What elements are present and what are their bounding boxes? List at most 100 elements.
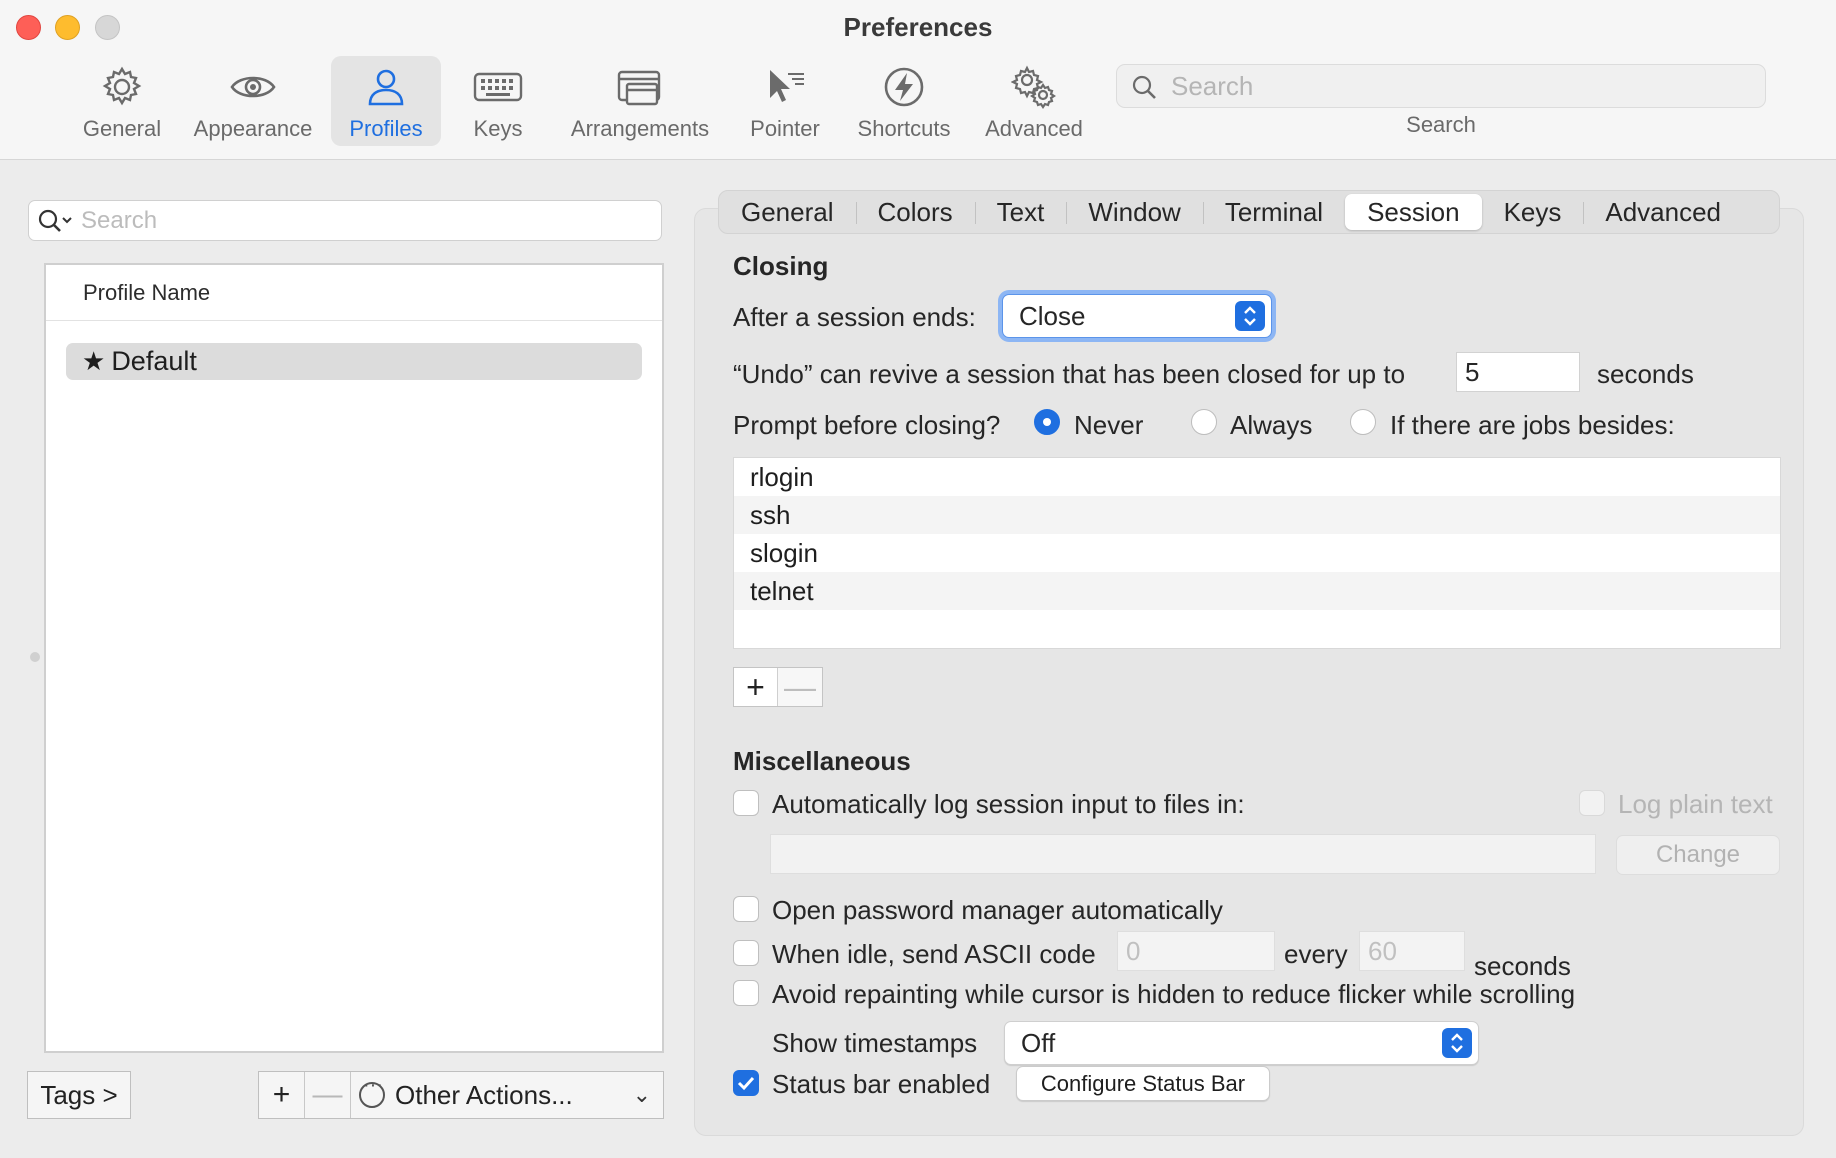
toolbar-label: Pointer — [750, 116, 820, 141]
configure-status-bar-button[interactable]: Configure Status Bar — [1016, 1066, 1270, 1101]
toolbar-search-field[interactable] — [1116, 64, 1766, 108]
toolbar-label: General — [82, 116, 162, 141]
window-title: Preferences — [843, 12, 993, 42]
auto-log-checkbox[interactable] — [733, 790, 759, 816]
toolbar-general[interactable]: General — [72, 56, 172, 146]
splitter-handle[interactable] — [30, 652, 40, 662]
remove-job-button[interactable]: — — [778, 668, 822, 706]
toolbar-profiles[interactable]: Profiles — [331, 56, 441, 146]
status-bar-checkbox[interactable] — [733, 1070, 759, 1096]
gears-icon — [1011, 65, 1056, 109]
toolbar-shortcuts[interactable]: Shortcuts — [848, 56, 960, 146]
password-manager-checkbox[interactable] — [733, 896, 759, 922]
log-directory-field[interactable] — [770, 834, 1596, 874]
after-session-popup[interactable]: Close — [1002, 294, 1272, 338]
profile-row-default[interactable]: ★ Default — [66, 343, 642, 380]
profile-actions-group: + — Other Actions... ⌄ — [258, 1071, 664, 1119]
checkmark-icon — [737, 1076, 755, 1091]
toolbar-pointer[interactable]: Pointer — [740, 56, 830, 146]
toolbar-keys[interactable]: Keys — [458, 56, 538, 146]
idle-code-field[interactable]: 0 — [1117, 931, 1275, 971]
toolbar-advanced[interactable]: Advanced — [976, 56, 1092, 146]
toolbar: Preferences General Appearance Profiles … — [0, 0, 1836, 160]
up-down-arrows-icon — [1235, 301, 1265, 331]
preferences-window: Preferences General Appearance Profiles … — [0, 0, 1836, 1158]
toolbar-appearance[interactable]: Appearance — [186, 56, 320, 146]
person-icon — [368, 69, 404, 106]
misc-section-title: Miscellaneous — [733, 746, 911, 776]
list-item[interactable]: ssh — [734, 496, 1780, 534]
profile-search-field[interactable] — [28, 200, 662, 241]
search-icon — [1132, 75, 1156, 99]
chevron-down-icon: ⌄ — [632, 1082, 651, 1107]
closing-section-title: Closing — [733, 251, 829, 281]
toolbar-label: Profiles — [349, 116, 423, 141]
timestamps-value: Off — [1021, 1028, 1056, 1058]
tab-general[interactable]: General — [719, 194, 856, 230]
add-job-button[interactable]: + — [734, 668, 779, 706]
undo-unit-label: seconds — [1597, 359, 1694, 389]
auto-log-label: Automatically log session input to files… — [772, 789, 1245, 819]
list-item[interactable]: slogin — [734, 534, 1780, 572]
toolbar-label: Appearance — [193, 116, 313, 141]
timestamps-popup[interactable]: Off — [1004, 1021, 1479, 1065]
profile-list: Profile Name ★ Default — [44, 263, 664, 1053]
tab-session[interactable]: Session — [1345, 194, 1482, 230]
log-plain-text-checkbox[interactable] — [1579, 790, 1605, 816]
idle-ascii-checkbox[interactable] — [733, 940, 759, 966]
tags-button[interactable]: Tags > — [27, 1071, 131, 1119]
list-item[interactable]: telnet — [734, 572, 1780, 610]
tab-keys[interactable]: Keys — [1482, 194, 1584, 230]
star-icon: ★ — [82, 346, 106, 376]
ellipsis-circle-icon — [359, 1074, 385, 1108]
gear-icon — [102, 66, 142, 106]
tab-terminal[interactable]: Terminal — [1202, 194, 1345, 230]
undo-seconds-field[interactable]: 5 — [1456, 352, 1580, 392]
idle-seconds-field[interactable]: 60 — [1359, 931, 1465, 971]
tab-colors[interactable]: Colors — [855, 194, 975, 230]
after-session-label: After a session ends: — [733, 302, 976, 332]
bolt-icon — [884, 67, 924, 107]
toolbar-label: Arrangements — [570, 116, 710, 141]
undo-label: “Undo” can revive a session that has bee… — [733, 359, 1406, 389]
profile-search-input[interactable] — [81, 205, 651, 237]
list-item[interactable]: rlogin — [734, 458, 1780, 496]
prompt-always-label: Always — [1230, 410, 1313, 440]
avoid-repaint-checkbox[interactable] — [733, 980, 759, 1006]
toolbar-search-label: Search — [1406, 112, 1476, 137]
idle-every-label: every — [1284, 939, 1348, 969]
password-manager-label: Open password manager automatically — [772, 895, 1223, 925]
eye-icon — [230, 76, 276, 98]
timestamps-label: Show timestamps — [772, 1028, 978, 1058]
jobs-add-remove-group: + — — [733, 667, 823, 707]
idle-unit-label: seconds — [1474, 951, 1571, 981]
profile-name-column-header[interactable]: Profile Name — [46, 265, 662, 321]
prompt-jobs-radio[interactable] — [1350, 409, 1376, 435]
prompt-never-radio[interactable] — [1034, 409, 1060, 435]
windows-icon — [617, 70, 661, 106]
prompt-never-label: Never — [1074, 410, 1144, 440]
add-profile-button[interactable]: + — [259, 1072, 305, 1118]
up-down-arrows-icon — [1442, 1028, 1472, 1058]
remove-profile-button[interactable]: — — [305, 1072, 351, 1118]
log-plain-text-label: Log plain text — [1618, 789, 1773, 819]
toolbar-label: Keys — [473, 116, 523, 141]
prompt-closing-label: Prompt before closing? — [733, 410, 1001, 440]
toolbar-label: Shortcuts — [857, 116, 951, 141]
tab-text[interactable]: Text — [974, 194, 1067, 230]
search-menu-icon — [38, 209, 72, 232]
idle-ascii-label: When idle, send ASCII code — [772, 939, 1096, 969]
keyboard-icon — [473, 72, 523, 102]
prompt-always-radio[interactable] — [1191, 409, 1217, 435]
jobs-list: rlogin ssh slogin telnet — [733, 457, 1781, 649]
other-actions-menu[interactable]: Other Actions... ⌄ — [351, 1072, 663, 1118]
toolbar-arrangements[interactable]: Arrangements — [563, 56, 717, 146]
tab-window[interactable]: Window — [1066, 194, 1202, 230]
tab-advanced[interactable]: Advanced — [1583, 194, 1743, 230]
profile-tabs: General Colors Text Window Terminal Sess… — [718, 190, 1780, 234]
pointer-icon — [770, 70, 804, 102]
status-bar-label: Status bar enabled — [772, 1069, 991, 1099]
change-log-dir-button[interactable]: Change — [1616, 835, 1780, 875]
toolbar-search-input[interactable] — [1171, 69, 1751, 103]
profile-name: Default — [111, 346, 197, 376]
